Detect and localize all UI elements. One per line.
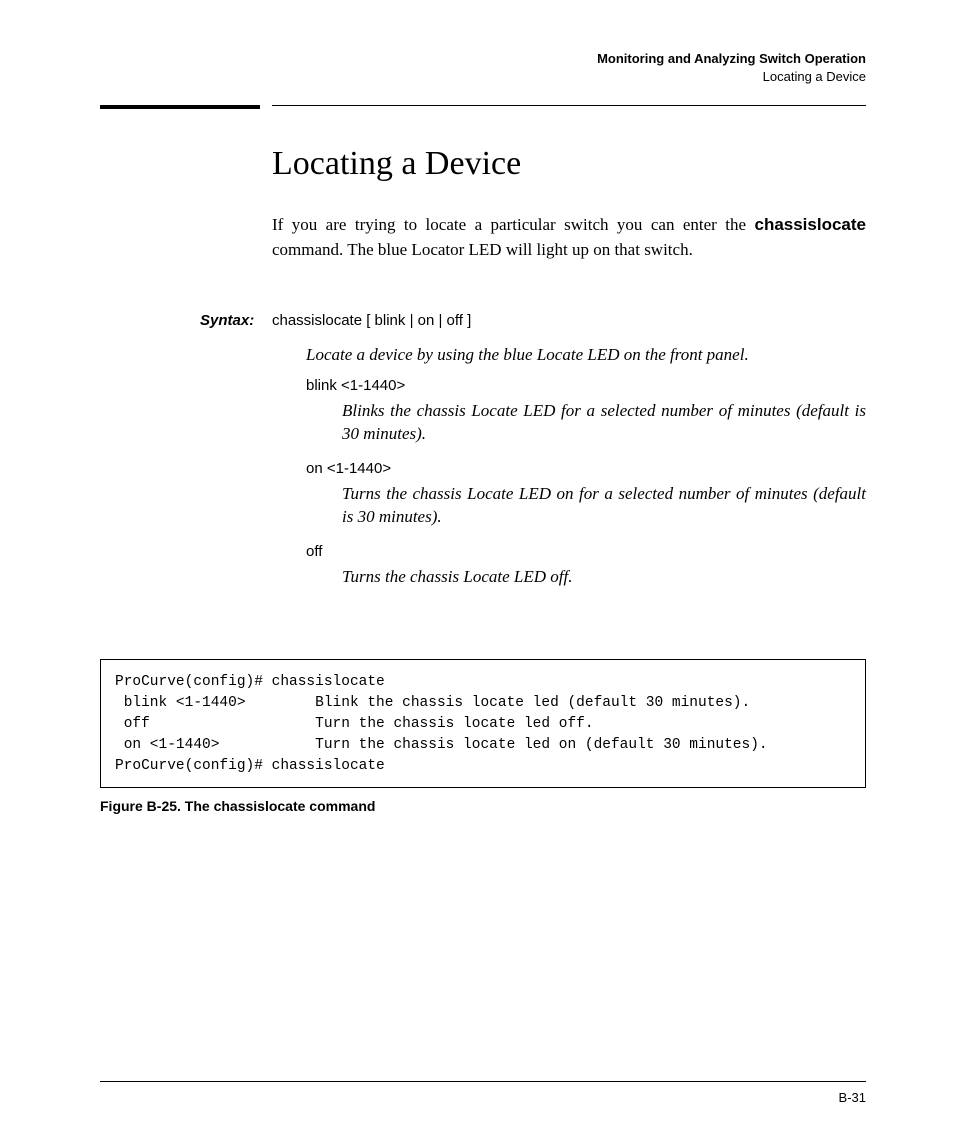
page-footer: B-31 [100,1081,866,1105]
syntax-row: Syntax: chassislocate [ blink | on | off… [200,312,866,329]
header-chapter: Monitoring and Analyzing Switch Operatio… [100,50,866,68]
intro-paragraph: If you are trying to locate a particular… [272,213,866,262]
header-section: Locating a Device [100,68,866,86]
syntax-option-desc-0: Blinks the chassis Locate LED for a sele… [342,400,866,446]
terminal-output: ProCurve(config)# chassislocate blink <1… [100,659,866,788]
intro-pre: If you are trying to locate a particular… [272,215,754,234]
figure-caption: Figure B-25. The chassislocate command [100,798,866,814]
syntax-option-desc-1: Turns the chassis Locate LED on for a se… [342,483,866,529]
syntax-option-desc-2: Turns the chassis Locate LED off. [342,566,866,589]
intro-post: command. The blue Locator LED will light… [272,240,693,259]
page-number: B-31 [839,1090,866,1105]
running-header: Monitoring and Analyzing Switch Operatio… [100,50,866,85]
syntax-option-term-0: blink <1-1440> [306,377,866,394]
syntax-option-term-1: on <1-1440> [306,460,866,477]
syntax-label: Syntax: [200,312,272,329]
syntax-command: chassislocate [ blink | on | off ] [272,312,471,329]
section-title: Locating a Device [272,145,866,183]
syntax-lead-desc: Locate a device by using the blue Locate… [306,343,866,367]
syntax-option-term-2: off [306,543,866,560]
intro-command: chassislocate [754,215,866,234]
header-rule [100,105,866,109]
